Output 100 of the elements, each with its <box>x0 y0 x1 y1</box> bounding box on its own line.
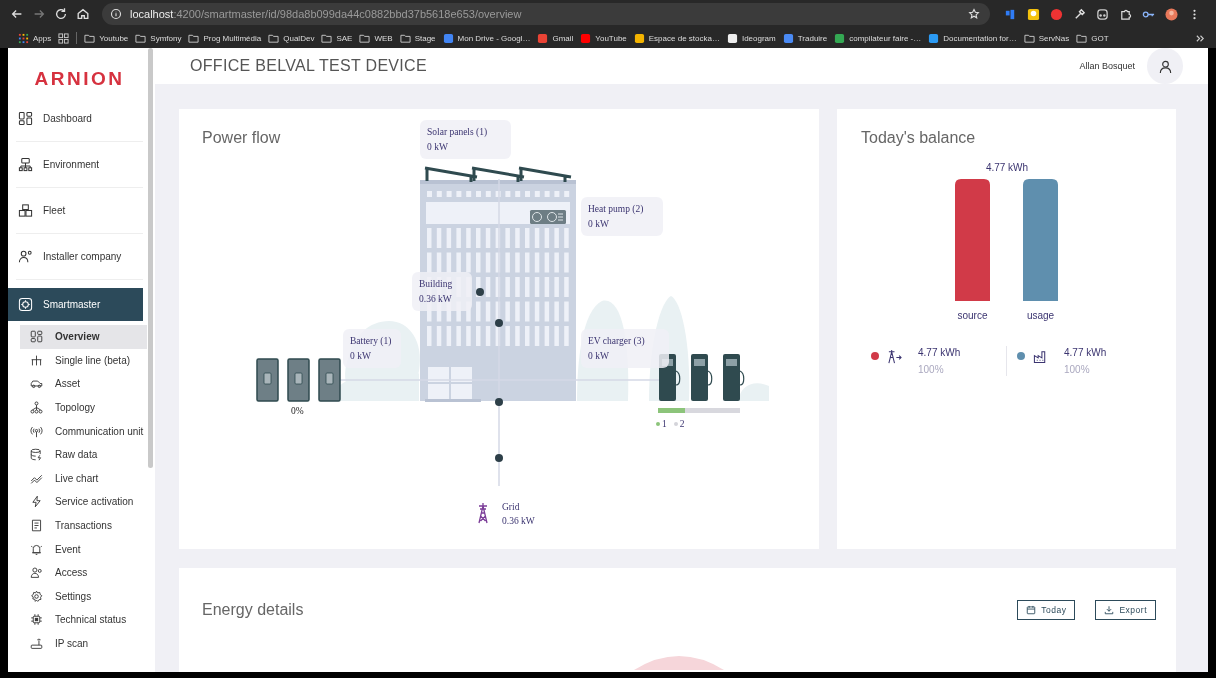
energy-share: 100% <box>918 364 945 375</box>
tree-drawing <box>739 383 769 401</box>
bookmark[interactable]: GOT <box>1076 32 1109 44</box>
site-icon <box>580 32 592 44</box>
info-icon[interactable] <box>110 8 122 20</box>
flow-dot <box>476 288 484 296</box>
export-button[interactable]: Export <box>1095 600 1156 620</box>
bell-icon <box>30 542 43 556</box>
nav-subitem[interactable]: Event <box>20 537 147 561</box>
power-tower-icon <box>887 349 902 364</box>
star-icon[interactable] <box>968 8 980 20</box>
avatar-button[interactable] <box>1147 48 1183 84</box>
car-icon <box>30 377 43 391</box>
router-icon <box>30 637 43 650</box>
chevron-icon[interactable] <box>1195 32 1206 44</box>
dashboard-icon <box>18 111 33 126</box>
bookmark[interactable]: Symfony <box>135 32 182 44</box>
battery-cabinet-icon <box>256 358 279 402</box>
back-icon[interactable] <box>10 7 24 21</box>
calendar-icon <box>1026 605 1037 615</box>
legend-label: 1 <box>662 419 667 429</box>
bookmark[interactable]: Documentation for… <box>928 32 1017 44</box>
nav-subitem[interactable]: Single line (beta) <box>20 348 147 373</box>
reload-icon[interactable] <box>54 7 68 21</box>
nav-subitem[interactable]: Technical status <box>20 608 147 632</box>
nav-subitem[interactable]: IP scan <box>20 631 147 656</box>
gear-icon <box>18 297 33 312</box>
ev-charger-icon <box>723 354 745 401</box>
card-title: Power flow <box>202 129 281 147</box>
bookmark[interactable]: compilateur faire -… <box>834 32 922 44</box>
folder-icon <box>84 32 96 44</box>
bookmark[interactable]: SAE <box>321 32 353 44</box>
settings-icon <box>30 589 43 603</box>
nav-subitem[interactable]: Communication unit <box>20 419 147 443</box>
folder-icon <box>268 32 280 44</box>
site-icon <box>633 32 645 44</box>
nav-subitem[interactable]: Access <box>20 560 147 585</box>
apps-grid-icon <box>18 32 29 44</box>
user-icon <box>1157 58 1173 74</box>
forward-icon[interactable] <box>32 7 46 21</box>
nav-item[interactable]: Fleet <box>16 188 143 234</box>
node-value: 0 kW <box>350 351 372 361</box>
nav-subitem[interactable]: Raw data <box>20 442 147 467</box>
node-value: 0 kW <box>427 142 449 152</box>
bookmark[interactable]: Gmail <box>537 32 574 44</box>
nav-subitem[interactable]: Transactions <box>20 513 147 538</box>
folder-icon <box>1076 32 1088 44</box>
node-name: Solar panels (1) <box>427 127 489 137</box>
card-title: Energy details <box>202 601 305 619</box>
nav-subitem[interactable]: Settings <box>20 584 147 609</box>
extension-icon[interactable] <box>1027 7 1040 21</box>
grid-icon[interactable] <box>58 32 70 44</box>
folder-icon <box>135 32 147 44</box>
bookmark[interactable]: Ideogram <box>726 32 776 44</box>
bar-label: usage <box>1026 310 1055 321</box>
home-icon[interactable] <box>76 7 90 21</box>
node-value: 0.36 kW <box>502 516 535 526</box>
bookmark[interactable]: Mon Drive - Googl… <box>442 32 531 44</box>
folder-icon <box>321 32 333 44</box>
legend-label: 2 <box>679 419 685 429</box>
nav-item[interactable]: Dashboard <box>16 96 143 142</box>
node-value: 0 kW <box>588 219 610 229</box>
node-value: 0 kW <box>588 351 610 361</box>
node-value: 0.36 kW <box>419 294 453 304</box>
extension-icon[interactable] <box>1096 7 1109 21</box>
bookmark[interactable]: QualDev <box>268 32 315 44</box>
bookmark[interactable]: Apps <box>18 32 52 44</box>
person-icon <box>18 249 33 264</box>
bookmark[interactable]: Stage <box>399 32 436 44</box>
flow-dot <box>495 454 503 462</box>
nav-item[interactable]: Installer company <box>16 234 143 280</box>
heat-pump-icon <box>530 210 566 224</box>
address-bar[interactable]: localhost:4200/smartmaster/id/98da8b099da44c0882bbd37b5618e653/overview <box>102 3 990 25</box>
nav-item[interactable]: Environment <box>16 142 143 188</box>
bookmark[interactable]: Espace de stocka… <box>633 32 720 44</box>
user-name: Allan Bosquet <box>1079 61 1135 71</box>
bookmark[interactable]: ServNas <box>1023 32 1070 44</box>
nav-subitem[interactable]: Asset <box>20 372 147 396</box>
bookmark[interactable]: YouTube <box>580 32 627 44</box>
site-icon <box>834 32 846 44</box>
bookmark[interactable]: Prog Multimédia <box>188 32 262 44</box>
nav-subitem[interactable]: Live chart <box>20 466 147 491</box>
site-icon <box>537 32 549 44</box>
power-tower-icon <box>477 502 489 524</box>
nav-subitem[interactable]: Topology <box>20 395 147 420</box>
energy-value: 4.77 kWh <box>918 347 961 358</box>
download-icon <box>1104 605 1115 615</box>
battery-charge: 0% <box>291 406 304 416</box>
puzzle-icon[interactable] <box>1119 7 1132 21</box>
pipette-icon[interactable] <box>1073 7 1086 21</box>
bookmark[interactable]: Traduire <box>782 32 828 44</box>
profile-avatar-icon[interactable] <box>1165 7 1178 21</box>
nav-subitem[interactable]: Service activation <box>20 490 147 514</box>
bookmark[interactable]: Youtube <box>84 32 129 44</box>
dashboard-icon <box>30 330 43 344</box>
date-button[interactable]: Today <box>1017 600 1076 620</box>
nav-item[interactable]: Smartmaster <box>8 288 143 321</box>
nav-subitem[interactable]: Overview <box>20 325 147 349</box>
bookmark[interactable]: WEB <box>359 32 393 44</box>
battery-cabinet-icon <box>318 358 341 402</box>
